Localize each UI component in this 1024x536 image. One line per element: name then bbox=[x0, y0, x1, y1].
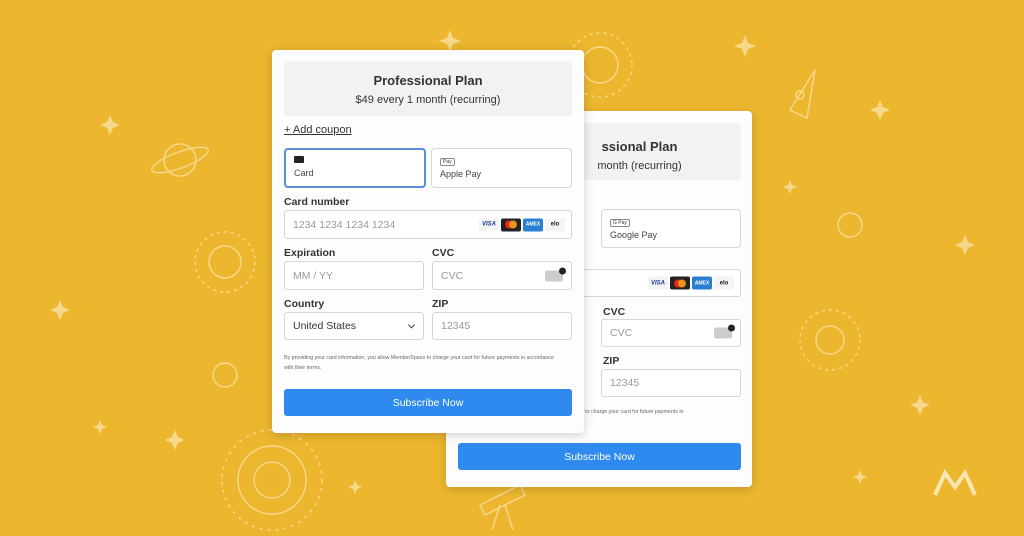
cvc-placeholder: CVC bbox=[441, 269, 464, 282]
cvc-card-icon bbox=[714, 324, 735, 339]
card-number-label: Card number bbox=[284, 196, 350, 208]
cvc-placeholder: CVC bbox=[610, 327, 633, 339]
checkout-card-front: Professional Plan $49 every 1 month (rec… bbox=[272, 50, 584, 433]
target-circles-icon bbox=[221, 429, 323, 531]
card-brands: VISA AMEX elo bbox=[479, 218, 565, 231]
country-select[interactable]: United States bbox=[284, 312, 424, 340]
card-number-input[interactable]: 1234 1234 1234 1234 VISA AMEX elo bbox=[284, 210, 572, 239]
tab-card[interactable]: Card bbox=[284, 148, 426, 188]
plan-title: Professional Plan bbox=[373, 73, 483, 88]
apple-pay-icon: Pay bbox=[440, 158, 455, 166]
country-label: Country bbox=[284, 298, 325, 310]
plan-summary: Professional Plan $49 every 1 month (rec… bbox=[284, 61, 572, 116]
mastercard-icon bbox=[501, 218, 521, 231]
card-number-placeholder: 1234 1234 1234 1234 bbox=[293, 218, 396, 231]
tab-label: Card bbox=[294, 168, 314, 178]
card-brands: VISA AMEX elo bbox=[648, 276, 734, 290]
cvc-input[interactable]: CVC bbox=[601, 319, 741, 347]
cvc-label: CVC bbox=[603, 306, 626, 318]
cvc-label: CVC bbox=[432, 247, 455, 259]
cvc-card-icon bbox=[545, 267, 566, 281]
expiration-input[interactable]: MM / YY bbox=[284, 261, 424, 290]
telescope-icon bbox=[478, 483, 527, 531]
planet-icon bbox=[799, 309, 861, 371]
mastercard-icon bbox=[670, 276, 690, 290]
planet-icon bbox=[150, 143, 210, 177]
credit-card-icon bbox=[294, 156, 304, 163]
tab-label: Apple Pay bbox=[440, 169, 482, 179]
memberspace-logo bbox=[933, 469, 977, 496]
expiration-placeholder: MM / YY bbox=[293, 269, 334, 282]
expiration-label: Expiration bbox=[284, 247, 336, 259]
add-coupon-link[interactable]: + Add coupon bbox=[284, 124, 352, 136]
tab-google-pay[interactable]: G Pay Google Pay bbox=[601, 209, 741, 248]
zip-label: ZIP bbox=[432, 298, 449, 310]
tab-apple-pay[interactable]: Pay Apple Pay bbox=[431, 148, 572, 188]
amex-icon: AMEX bbox=[523, 218, 543, 231]
country-value: United States bbox=[293, 320, 357, 332]
cvc-input[interactable]: CVC bbox=[432, 261, 572, 290]
zip-placeholder: 12345 bbox=[610, 377, 640, 389]
visa-icon: VISA bbox=[479, 218, 499, 231]
zip-input[interactable]: 12345 bbox=[432, 312, 572, 340]
subscribe-button[interactable]: Subscribe Now bbox=[458, 443, 741, 470]
elo-icon: elo bbox=[714, 276, 734, 290]
terms-text: By providing your card information, you … bbox=[284, 355, 554, 371]
plan-price: $49 every 1 month (recurring) bbox=[355, 94, 501, 106]
rocket-icon bbox=[788, 69, 816, 120]
zip-placeholder: 12345 bbox=[441, 320, 471, 332]
zip-input[interactable]: 12345 bbox=[601, 369, 741, 397]
tab-label: Google Pay bbox=[610, 230, 658, 240]
amex-icon: AMEX bbox=[692, 276, 712, 290]
subscribe-button[interactable]: Subscribe Now bbox=[284, 389, 572, 416]
google-pay-icon: G Pay bbox=[610, 219, 630, 227]
planet-icon bbox=[194, 231, 256, 293]
visa-icon: VISA bbox=[648, 276, 668, 290]
elo-icon: elo bbox=[545, 218, 565, 231]
zip-label: ZIP bbox=[603, 355, 620, 367]
chevron-down-icon bbox=[407, 321, 416, 329]
